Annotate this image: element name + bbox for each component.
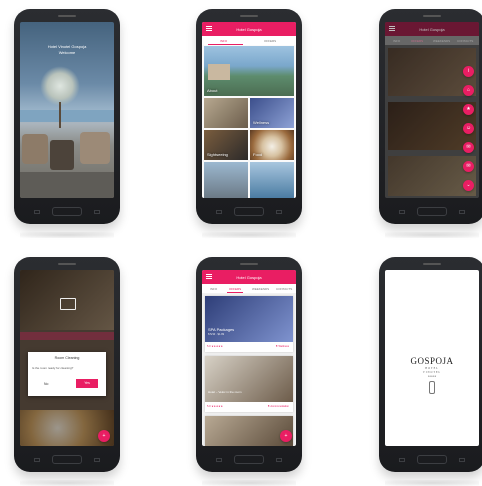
home-button[interactable] [417,207,447,216]
back-key[interactable] [399,458,405,462]
active-tab-indicator [208,44,243,45]
home-button[interactable] [52,207,82,216]
tile-sightseeing[interactable]: Sightseeing [204,130,248,160]
fab-add-icon[interactable]: + [98,430,110,442]
fab-info-icon[interactable]: i [463,66,474,77]
phone-splash-screen: GOSPOJA HOTEL VINOTEL ★★★★ [379,257,482,486]
sea-background [20,110,114,122]
info-screen: Hotel Gospoja INFO OFFERS About Wellness… [202,22,296,198]
tile-food[interactable]: Food [250,130,294,160]
brand-sub-vinotel: VINOTEL [422,371,442,374]
dialog-yes-button[interactable]: Yes [76,379,98,388]
brand-sub-hotel: HOTEL [425,367,439,370]
fab-message-icon[interactable]: ✉ [463,161,474,172]
home-button[interactable] [52,455,82,464]
tile-food-label: Food [253,152,263,157]
dialog-no-button[interactable]: No [44,382,48,386]
fab-mail-icon[interactable]: ✉ [463,142,474,153]
brand-bottle-icon [429,381,435,394]
welcome-title: Hotel Vinotel Gospoja [47,44,87,49]
active-tab-indicator [227,292,243,293]
offer-category-link[interactable]: ⚑ Wellness [275,345,289,348]
fab-home-icon[interactable]: ⌂ [463,85,474,96]
recent-apps-key[interactable] [459,210,465,214]
home-button[interactable] [234,207,264,216]
recent-apps-key[interactable] [94,210,100,214]
welcome-subtitle: Welcome [58,50,76,55]
tab-offers[interactable]: OFFERS [264,39,276,43]
app-bar: Hotel Gospoja [202,270,296,284]
welcome-screen: Hotel Vinotel Gospoja Welcome [20,22,114,198]
room-cleaning-dialog: Room Cleaning Is the room ready for clea… [28,352,106,396]
offer-card-spa[interactable]: SPA Packages 8.5/10 · $1.99 5.0 ★★★★★ ⚑ … [205,296,293,352]
offer-image-partial [205,416,293,446]
tile-wellness-label: Wellness [253,120,270,125]
tab-weekends[interactable]: WEEKENDS [252,287,269,291]
tab-info[interactable]: INFO [210,287,217,291]
terrace-table [50,140,74,170]
offers-screen: Hotel Gospoja INFO OFFERS WEEKENDS CONTA… [202,270,296,446]
about-building [208,64,230,80]
tab-bar: INFO OFFERS WEEKENDS CONTACTS [202,284,296,293]
recent-apps-key[interactable] [276,210,282,214]
dialog-message: Is the room ready for cleaning? [32,366,74,370]
fab-collapse-icon[interactable]: ⌄ [463,180,474,191]
offer-rating: 5.0 ★★★★★ [207,345,223,348]
fab-add-icon[interactable]: + [280,430,292,442]
phone-offers-screen: Hotel Gospoja INFO OFFERS WEEKENDS CONTA… [196,257,302,486]
home-button[interactable] [234,455,264,464]
terrace-chair-left [22,134,48,164]
phone-offers-menu-screen: Hotel Gospoja INFO OFFERS WEEKENDS CONTA… [379,9,482,238]
tile-exterior[interactable] [204,162,248,198]
offer-card-partial[interactable] [205,416,293,446]
back-key[interactable] [216,210,222,214]
offer-category-link[interactable]: ⚑ Accommodation [268,405,290,408]
dialog-screen: Room Cleaning Is the room ready for clea… [20,270,114,446]
offer-image-room [205,356,293,402]
offer-card-room[interactable]: Hotel – Veloc in the room 5.0 ★★★★★ ⚑ Ac… [205,356,293,412]
tab-offers[interactable]: OFFERS [229,287,241,291]
tree-trunk [59,102,61,128]
recent-apps-key[interactable] [459,458,465,462]
fab-star-icon[interactable]: ★ [463,104,474,115]
back-key[interactable] [399,210,405,214]
phone-welcome-screen: Hotel Vinotel Gospoja Welcome [14,9,120,238]
terrace-floor [20,172,114,198]
offers-menu-screen: Hotel Gospoja INFO OFFERS WEEKENDS CONTA… [385,22,479,198]
recent-apps-key[interactable] [94,458,100,462]
back-key[interactable] [216,458,222,462]
terrace-chair-right [80,132,110,164]
tab-contacts[interactable]: CONTACTS [276,287,292,291]
phone-dialog-screen: Room Cleaning Is the room ready for clea… [14,257,120,486]
tab-info[interactable]: INFO [220,39,227,43]
offer-subtitle: 8.5/10 · $1.99 [208,333,225,336]
tile-wellness[interactable]: Wellness [250,98,294,128]
offer-title: Hotel – Veloc in the room [208,390,242,394]
offer-rating: 5.0 ★★★★★ [207,405,223,408]
tile-room[interactable] [204,98,248,128]
dialog-title: Room Cleaning [54,356,80,360]
splash-screen: GOSPOJA HOTEL VINOTEL ★★★★ [385,270,479,446]
brand-name: GOSPOJA [410,356,454,366]
home-button[interactable] [417,455,447,464]
fab-person-icon[interactable]: ☺ [463,123,474,134]
tile-sea-view[interactable] [250,162,294,198]
app-title: Hotel Gospoja [236,275,262,280]
phone-info-screen: Hotel Gospoja INFO OFFERS About Wellness… [196,9,302,238]
tile-about-label: About [207,88,218,93]
brand-stars: ★★★★ [427,375,437,378]
recent-apps-key[interactable] [276,458,282,462]
tile-about[interactable]: About [204,46,294,96]
olive-tree [40,66,80,106]
app-bar: Hotel Gospoja [202,22,296,36]
back-key[interactable] [34,458,40,462]
picture-icon [60,298,76,310]
offer-title: SPA Packages [208,327,235,332]
tab-bar: INFO OFFERS [202,36,296,45]
tile-sightseeing-label: Sightseeing [207,152,228,157]
back-key[interactable] [34,210,40,214]
app-title: Hotel Gospoja [236,27,262,32]
